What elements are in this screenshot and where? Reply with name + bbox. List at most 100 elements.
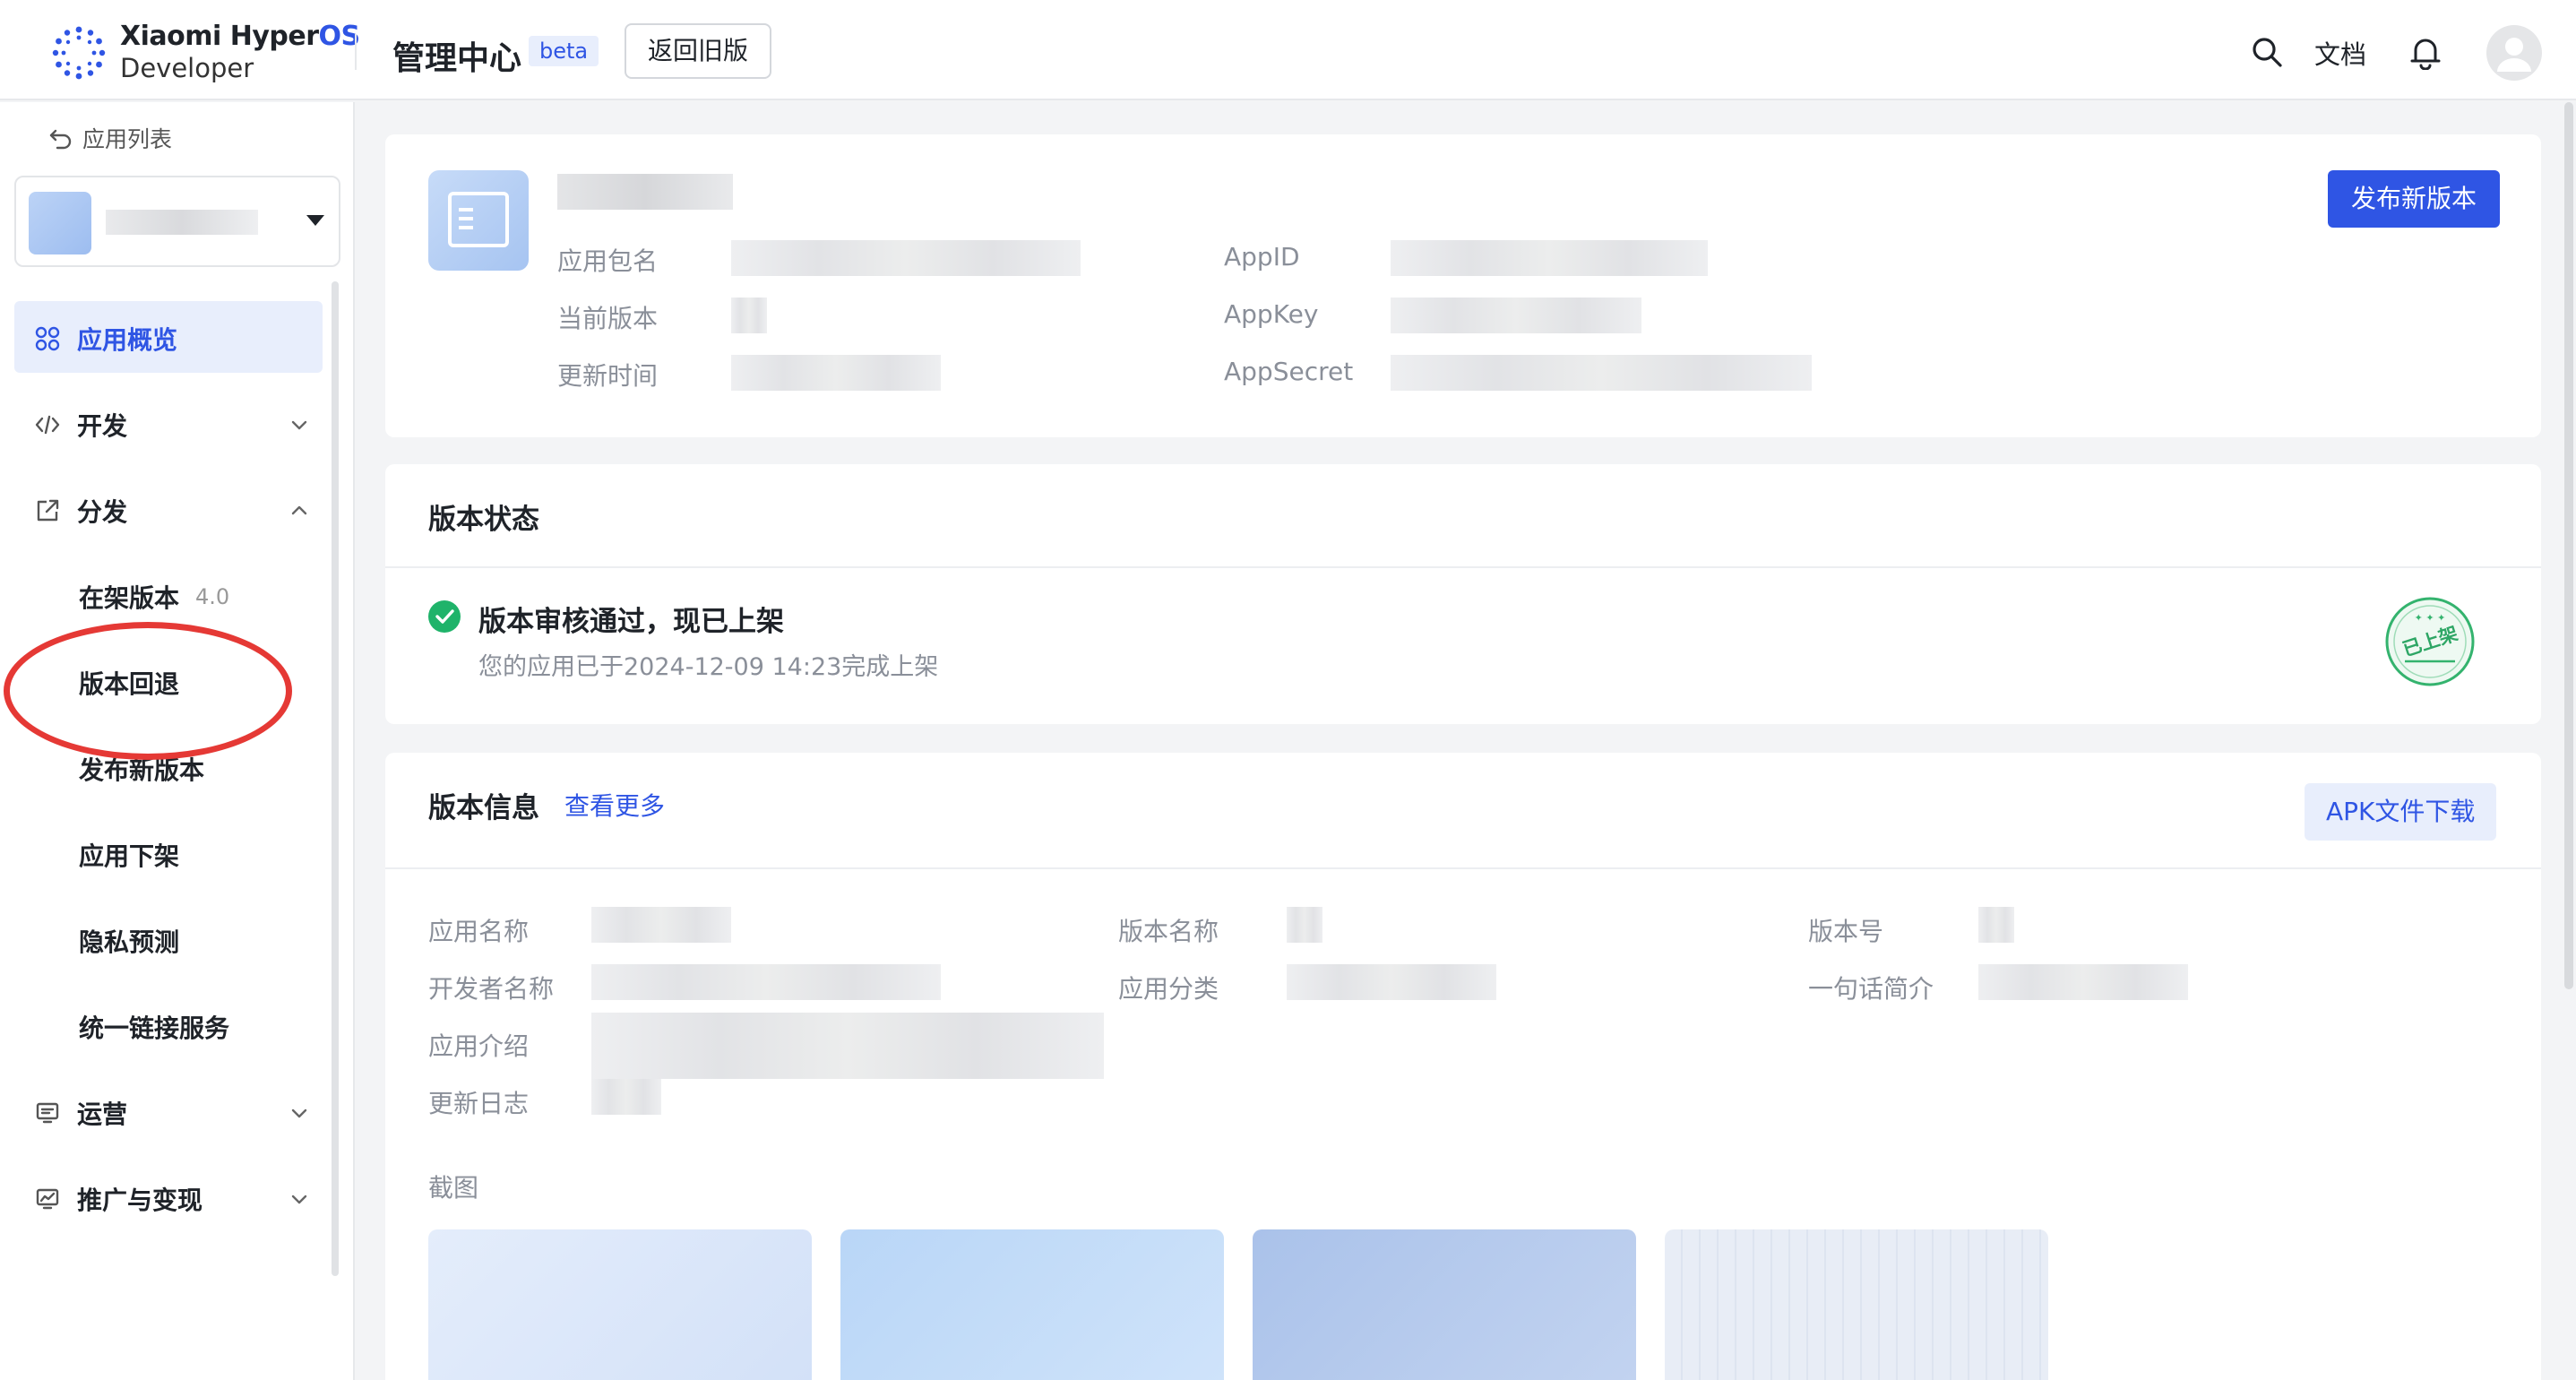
brand-text: Xiaomi HyperOS Developer [120, 23, 360, 82]
card-divider [385, 867, 2541, 869]
sidebar-item-operations[interactable]: 运营 [0, 1070, 355, 1156]
sidebar-subitem-label: 版本回退 [79, 669, 180, 699]
back-to-app-list-link[interactable]: 应用列表 [48, 122, 172, 154]
status-description: 您的应用已于2024-12-09 14:23完成上架 [478, 653, 939, 681]
chevron-down-icon [291, 420, 307, 430]
screenshot-thumbnail[interactable] [840, 1229, 1224, 1380]
apk-download-button[interactable]: APK文件下载 [2305, 783, 2497, 841]
sidebar-subitem-unpublish[interactable]: 应用下架 [0, 812, 355, 898]
update-time-label: 更新时间 [557, 361, 659, 391]
current-version-label: 当前版本 [557, 304, 659, 333]
user-icon [2497, 38, 2531, 72]
version-info-card: 版本信息 查看更多 APK文件下载 应用名称 开发者名称 应用介绍 更新日志 版… [385, 753, 2541, 1380]
appid-label: AppID [1224, 242, 1300, 272]
developer-name-redacted [591, 964, 941, 1000]
sidebar-item-label: 应用概览 [77, 325, 178, 355]
sidebar-item-promotion[interactable]: 推广与变现 [0, 1156, 355, 1242]
page-title: 管理中心 [392, 40, 522, 77]
sidebar-subitem-publish-new-version[interactable]: 发布新版本 [0, 726, 355, 812]
current-version-redacted [731, 298, 767, 333]
app-category-label: 应用分类 [1118, 974, 1219, 1004]
screenshot-thumbnail[interactable] [1665, 1229, 2048, 1380]
brand-name: Xiaomi HyperOS [120, 23, 360, 50]
version-code-label: 版本号 [1808, 917, 1884, 946]
brand-subtitle: Developer [120, 53, 254, 83]
code-icon [35, 415, 60, 435]
search-icon[interactable] [2251, 36, 2283, 68]
app-thumbnail-icon [29, 192, 91, 254]
sidebar-item-label: 分发 [77, 497, 128, 527]
sidebar-subitem-live-version[interactable]: 在架版本 4.0 [0, 554, 355, 640]
brand[interactable]: Xiaomi HyperOS Developer [50, 23, 360, 82]
appkey-label: AppKey [1224, 299, 1319, 329]
version-code-redacted [1978, 907, 2014, 943]
check-mark-icon [435, 609, 454, 624]
sidebar-subitem-label: 在架版本 [79, 583, 180, 613]
chart-board-icon [36, 1188, 59, 1210]
live-version-number: 4.0 [195, 584, 230, 609]
monitor-icon [36, 1102, 59, 1124]
package-name-label: 应用包名 [557, 246, 659, 276]
sidebar-item-overview[interactable]: 应用概览 [0, 296, 355, 382]
sidebar-item-label: 运营 [77, 1100, 128, 1129]
document-icon [448, 192, 509, 247]
sidebar-item-develop[interactable]: 开发 [0, 382, 355, 468]
hyperos-logo-icon [52, 26, 106, 79]
app-name-label: 应用名称 [428, 917, 530, 946]
app-name-redacted [106, 210, 258, 235]
screenshot-thumbnail[interactable] [1253, 1229, 1636, 1380]
update-time-redacted [731, 355, 941, 391]
changelog-label: 更新日志 [428, 1089, 530, 1118]
package-name-redacted [731, 240, 1081, 276]
beta-badge: beta [529, 36, 599, 66]
avatar[interactable] [2486, 25, 2542, 81]
version-info-title: 版本信息 [428, 792, 539, 824]
sidebar-subitem-label: 隐私预测 [79, 927, 180, 957]
docs-link[interactable]: 文档 [2314, 34, 2366, 72]
chevron-down-icon [291, 1108, 307, 1118]
back-link-label: 应用列表 [82, 126, 173, 152]
status-title: 版本审核通过，现已上架 [478, 606, 784, 638]
sidebar-subitem-label: 发布新版本 [79, 755, 205, 785]
sidebar: 应用列表 应用概览 开发 分发 在架版本 4.0 版本回退 发布新版本 应用下架… [0, 102, 355, 1380]
check-circle-icon [428, 600, 461, 633]
page-scrollbar[interactable] [2564, 102, 2573, 989]
header-divider [355, 34, 357, 70]
brand-name-part: Xiaomi Hyper [120, 21, 319, 52]
return-old-version-button[interactable]: 返回旧版 [625, 23, 772, 79]
grid-icon [35, 326, 60, 351]
version-status-title: 版本状态 [428, 504, 539, 536]
sidebar-subitem-unified-link[interactable]: 统一链接服务 [0, 984, 355, 1070]
chevron-down-icon [291, 1195, 307, 1204]
developer-name-label: 开发者名称 [428, 974, 555, 1004]
caret-down-icon [306, 215, 324, 226]
screenshots-label: 截图 [428, 1173, 479, 1203]
tagline-label: 一句话简介 [1808, 974, 1934, 1004]
sidebar-subitem-version-rollback[interactable]: 版本回退 [0, 640, 355, 726]
app-info-card: 应用包名 当前版本 更新时间 AppID AppKey AppSecret 发布… [385, 134, 2541, 437]
top-header: Xiaomi HyperOS Developer 管理中心 beta 返回旧版 … [0, 0, 2576, 100]
card-divider [385, 566, 2541, 568]
chevron-up-icon [291, 505, 307, 515]
share-out-icon [37, 499, 59, 522]
brand-name-os: OS [318, 21, 361, 52]
publish-new-version-button[interactable]: 发布新版本 [2328, 170, 2501, 228]
version-name-label: 版本名称 [1118, 917, 1219, 946]
app-category-redacted [1287, 964, 1496, 1000]
sidebar-item-distribute[interactable]: 分发 [0, 468, 355, 554]
bell-icon[interactable] [2408, 34, 2442, 70]
app-icon [428, 170, 529, 271]
appid-redacted [1391, 240, 1708, 276]
app-intro-label: 应用介绍 [428, 1031, 530, 1061]
view-more-link[interactable]: 查看更多 [564, 787, 665, 823]
version-name-redacted [1287, 907, 1322, 943]
screenshot-thumbnail[interactable] [428, 1229, 812, 1380]
sidebar-item-label: 推广与变现 [77, 1186, 203, 1215]
sidebar-subitem-privacy-check[interactable]: 隐私预测 [0, 898, 355, 984]
app-intro-redacted [591, 1013, 1104, 1079]
app-name-redacted [557, 174, 733, 210]
app-name-redacted [591, 907, 731, 943]
appkey-redacted [1391, 298, 1641, 333]
sidebar-nav: 应用概览 开发 分发 在架版本 4.0 版本回退 发布新版本 应用下架 隐私预测… [0, 296, 355, 1242]
app-selector-dropdown[interactable] [14, 176, 340, 267]
